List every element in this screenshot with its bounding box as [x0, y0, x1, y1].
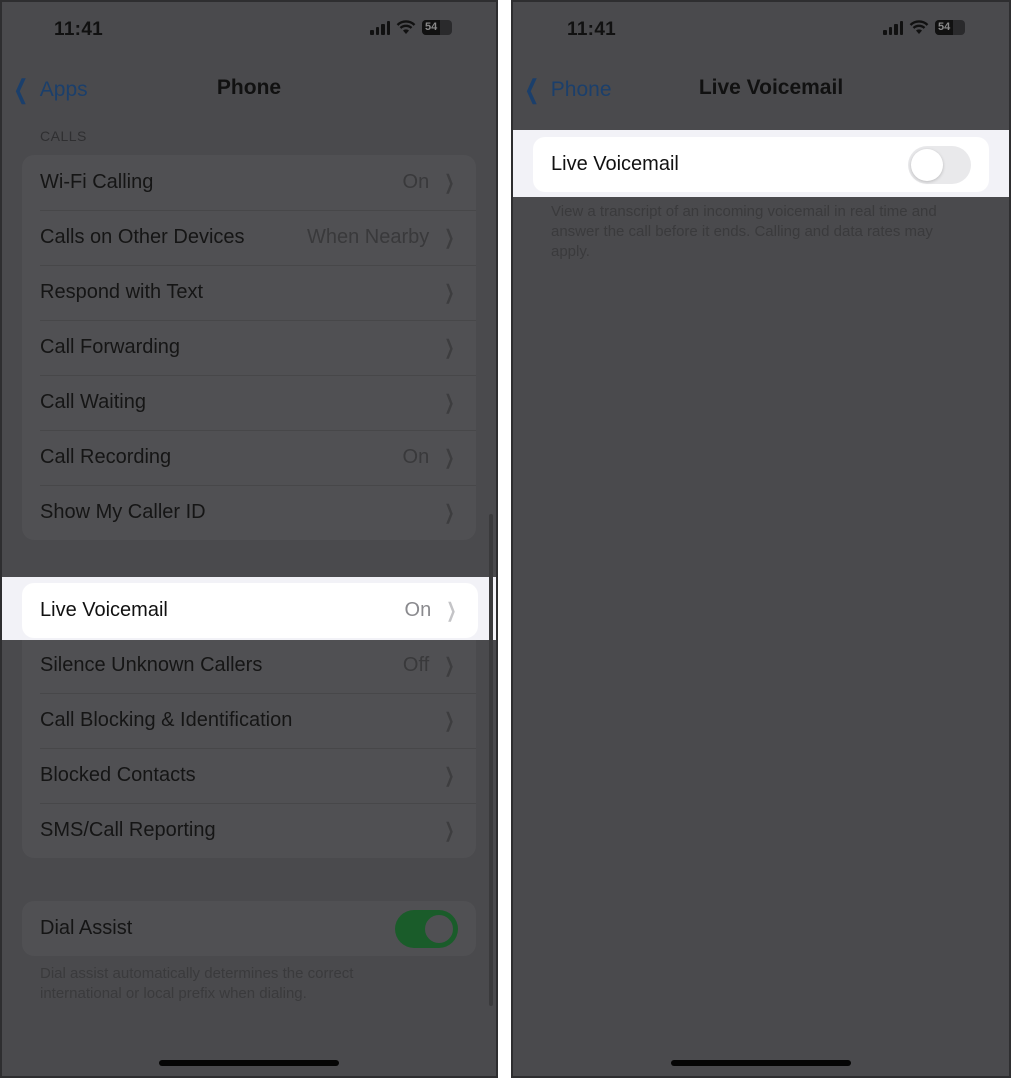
row-wifi-calling[interactable]: Wi-Fi Calling On ❯ — [22, 155, 476, 210]
phone-settings-screen: 11:41 54 ❮ Apps Phone CALLS Wi-Fi Callin… — [0, 0, 498, 1078]
row-label: Respond with Text — [40, 281, 204, 303]
live-voicemail-screen: 11:41 54 ❮ Phone Live Voicemail Live Voi… — [511, 0, 1011, 1078]
row-label: Blocked Contacts — [40, 764, 196, 786]
chevron-right-icon: ❯ — [444, 820, 455, 842]
battery-level: 54 — [938, 21, 951, 33]
calls-settings-group: Wi-Fi Calling On ❯ Calls on Other Device… — [22, 155, 476, 540]
chevron-right-icon: ❯ — [444, 502, 455, 524]
row-call-forwarding[interactable]: Call Forwarding ❯ — [22, 320, 476, 375]
row-call-blocking-identification[interactable]: Call Blocking & Identification ❯ — [22, 693, 476, 748]
row-calls-on-other-devices[interactable]: Calls on Other Devices When Nearby ❯ — [22, 210, 476, 265]
row-label: Call Recording — [40, 446, 172, 468]
chevron-right-icon: ❯ — [444, 282, 455, 304]
highlighted-row-container: Live Voicemail On ❯ — [22, 583, 478, 638]
battery-icon: 54 — [422, 20, 452, 35]
battery-level: 54 — [425, 21, 438, 33]
row-show-my-caller-id[interactable]: Show My Caller ID ❯ — [22, 485, 476, 540]
wifi-icon — [396, 20, 416, 34]
navigation-bar: ❮ Phone Live Voicemail — [513, 64, 1009, 112]
section-header-calls: CALLS — [40, 128, 87, 144]
row-label: Wi-Fi Calling — [40, 171, 154, 193]
scrollbar[interactable] — [489, 514, 493, 1006]
status-bar: 11:41 54 — [513, 2, 1009, 60]
row-label: Call Waiting — [40, 391, 146, 413]
dial-assist-footnote: Dial assist automatically determines the… — [40, 965, 354, 1002]
dial-assist-toggle[interactable] — [395, 909, 458, 948]
row-label: Live Voicemail — [40, 599, 168, 621]
cellular-signal-icon — [883, 20, 903, 35]
cellular-signal-icon — [370, 20, 390, 35]
status-icons: 54 — [370, 20, 452, 35]
row-label: Show My Caller ID — [40, 501, 206, 523]
row-blocked-contacts[interactable]: Blocked Contacts ❯ — [22, 748, 476, 803]
highlight-strip: Live Voicemail On ❯ — [2, 577, 496, 640]
row-value: On — [402, 171, 430, 193]
status-bar: 11:41 54 — [2, 2, 496, 60]
navigation-bar: ❮ Apps Phone — [2, 64, 496, 112]
chevron-right-icon: ❯ — [444, 655, 455, 677]
row-silence-unknown-callers[interactable]: Silence Unknown Callers Off ❯ — [22, 638, 476, 693]
row-label: Calls on Other Devices — [40, 226, 245, 248]
chevron-right-icon: ❯ — [444, 392, 455, 414]
row-respond-with-text[interactable]: Respond with Text ❯ — [22, 265, 476, 320]
row-label: SMS/Call Reporting — [40, 819, 216, 841]
live-voicemail-toggle[interactable] — [908, 145, 971, 184]
row-live-voicemail-toggle: Live Voicemail — [533, 137, 989, 192]
toggle-knob — [911, 148, 943, 181]
battery-icon: 54 — [935, 20, 965, 35]
wifi-icon — [909, 20, 929, 34]
page-title: Phone — [216, 76, 282, 99]
home-indicator[interactable] — [671, 1060, 851, 1066]
row-value: Off — [402, 654, 430, 676]
live-voicemail-group: Live Voicemail — [533, 137, 989, 192]
row-call-waiting[interactable]: Call Waiting ❯ — [22, 375, 476, 430]
live-voicemail-footnote: View a transcript of an incoming voicema… — [551, 203, 937, 260]
row-value: On — [404, 599, 432, 621]
toggle-knob — [423, 912, 455, 945]
chevron-right-icon: ❯ — [444, 447, 455, 469]
row-live-voicemail[interactable]: Live Voicemail On ❯ — [22, 583, 478, 638]
chevron-right-icon: ❯ — [444, 227, 455, 249]
highlight-strip: Live Voicemail — [513, 130, 1009, 197]
row-sms-call-reporting[interactable]: SMS/Call Reporting ❯ — [22, 803, 476, 858]
page-title: Live Voicemail — [698, 76, 844, 99]
chevron-right-icon: ❯ — [444, 337, 455, 359]
row-label: Silence Unknown Callers — [40, 654, 263, 676]
dial-assist-group: Dial Assist — [22, 901, 476, 956]
chevron-right-icon: ❯ — [444, 765, 455, 787]
row-label: Call Blocking & Identification — [40, 709, 293, 731]
row-call-recording[interactable]: Call Recording On ❯ — [22, 430, 476, 485]
chevron-right-icon: ❯ — [444, 172, 455, 194]
row-label: Live Voicemail — [551, 153, 679, 175]
row-value: On — [402, 446, 430, 468]
status-time: 11:41 — [54, 19, 104, 40]
row-label: Call Forwarding — [40, 336, 181, 358]
home-indicator[interactable] — [159, 1060, 339, 1066]
chevron-right-icon: ❯ — [444, 710, 455, 732]
status-icons: 54 — [883, 20, 965, 35]
row-value: When Nearby — [306, 226, 430, 248]
chevron-right-icon: ❯ — [446, 600, 457, 622]
row-dial-assist: Dial Assist — [22, 901, 476, 956]
row-label: Dial Assist — [40, 917, 133, 939]
status-time: 11:41 — [567, 19, 617, 40]
